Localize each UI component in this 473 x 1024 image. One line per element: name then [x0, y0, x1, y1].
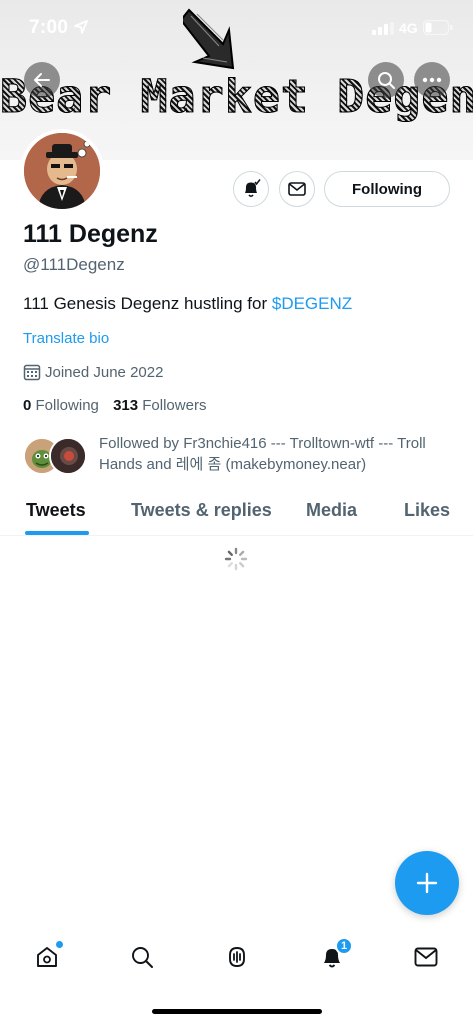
tab-tweets[interactable]: Tweets [26, 500, 86, 521]
profile-bio: 111 Genesis Degenz hustling for $DEGENZ [23, 294, 352, 314]
loading-spinner-icon [224, 547, 248, 571]
bell-icon [245, 179, 261, 198]
bottom-navigation: 1 [0, 930, 473, 990]
tab-tweets-replies[interactable]: Tweets & replies [131, 500, 272, 521]
followers-count: 313 [113, 397, 139, 414]
search-icon [132, 947, 153, 968]
follow-stats: 0 Following 313 Followers [23, 397, 206, 414]
home-new-indicator [56, 941, 63, 948]
notify-button[interactable] [233, 171, 269, 207]
user-handle: @111Degenz [23, 255, 125, 274]
bio-text: 111 Genesis Degenz hustling for [23, 294, 272, 313]
plus-icon [416, 872, 438, 894]
joined-text: Joined June 2022 [45, 363, 164, 381]
envelope-icon [414, 947, 438, 967]
search-icon [377, 71, 395, 89]
envelope-icon [288, 182, 306, 196]
followed-by-row[interactable]: Followed by Fr3nchie416 --- Trolltown-wt… [23, 433, 453, 479]
profile-tabs: Tweets Tweets & replies Media Likes [0, 490, 473, 536]
more-options-button[interactable] [414, 62, 450, 98]
spaces-icon [229, 947, 245, 967]
status-bar: 7:00 4G [0, 0, 473, 54]
nav-messages[interactable] [411, 942, 441, 972]
following-label: Following [35, 397, 99, 414]
follower-avatar [49, 437, 87, 475]
nav-notifications[interactable]: 1 [317, 937, 353, 972]
profile-avatar[interactable] [20, 129, 104, 213]
following-count: 0 [23, 397, 32, 414]
active-tab-indicator [25, 531, 89, 535]
degen-character-avatar [24, 133, 100, 209]
location-arrow-icon [74, 20, 88, 34]
cellular-signal-icon [372, 22, 394, 35]
followed-by-text: Followed by Fr3nchie416 --- Trolltown-wt… [99, 435, 426, 473]
more-icon [422, 77, 442, 83]
tab-likes[interactable]: Likes [404, 500, 450, 521]
home-icon [37, 947, 57, 967]
notification-badge: 1 [335, 937, 353, 955]
back-button[interactable] [24, 62, 60, 98]
search-button[interactable] [368, 62, 404, 98]
network-type: 4G [399, 20, 418, 36]
arrow-left-icon [34, 73, 50, 87]
nav-spaces[interactable] [222, 942, 252, 972]
dark-avatar-image [51, 439, 85, 473]
compose-tweet-button[interactable] [395, 851, 459, 915]
message-button[interactable] [279, 171, 315, 207]
following-button[interactable]: Following [324, 171, 450, 207]
battery-icon [423, 20, 453, 35]
status-time: 7:00 [29, 17, 69, 38]
translate-bio-link[interactable]: Translate bio [23, 330, 109, 347]
nav-search[interactable] [127, 942, 157, 972]
joined-date: Joined June 2022 [23, 363, 163, 381]
nav-home[interactable] [32, 941, 63, 972]
tab-media[interactable]: Media [306, 500, 357, 521]
home-indicator [152, 1009, 322, 1014]
followers-label: Followers [142, 397, 207, 414]
followers-stat-link[interactable]: 313 Followers [113, 397, 206, 414]
following-stat-link[interactable]: 0 Following [23, 397, 99, 414]
bio-cashtag-link[interactable]: $DEGENZ [272, 294, 352, 313]
display-name: 111 Degenz [23, 220, 158, 248]
calendar-icon [23, 364, 41, 381]
